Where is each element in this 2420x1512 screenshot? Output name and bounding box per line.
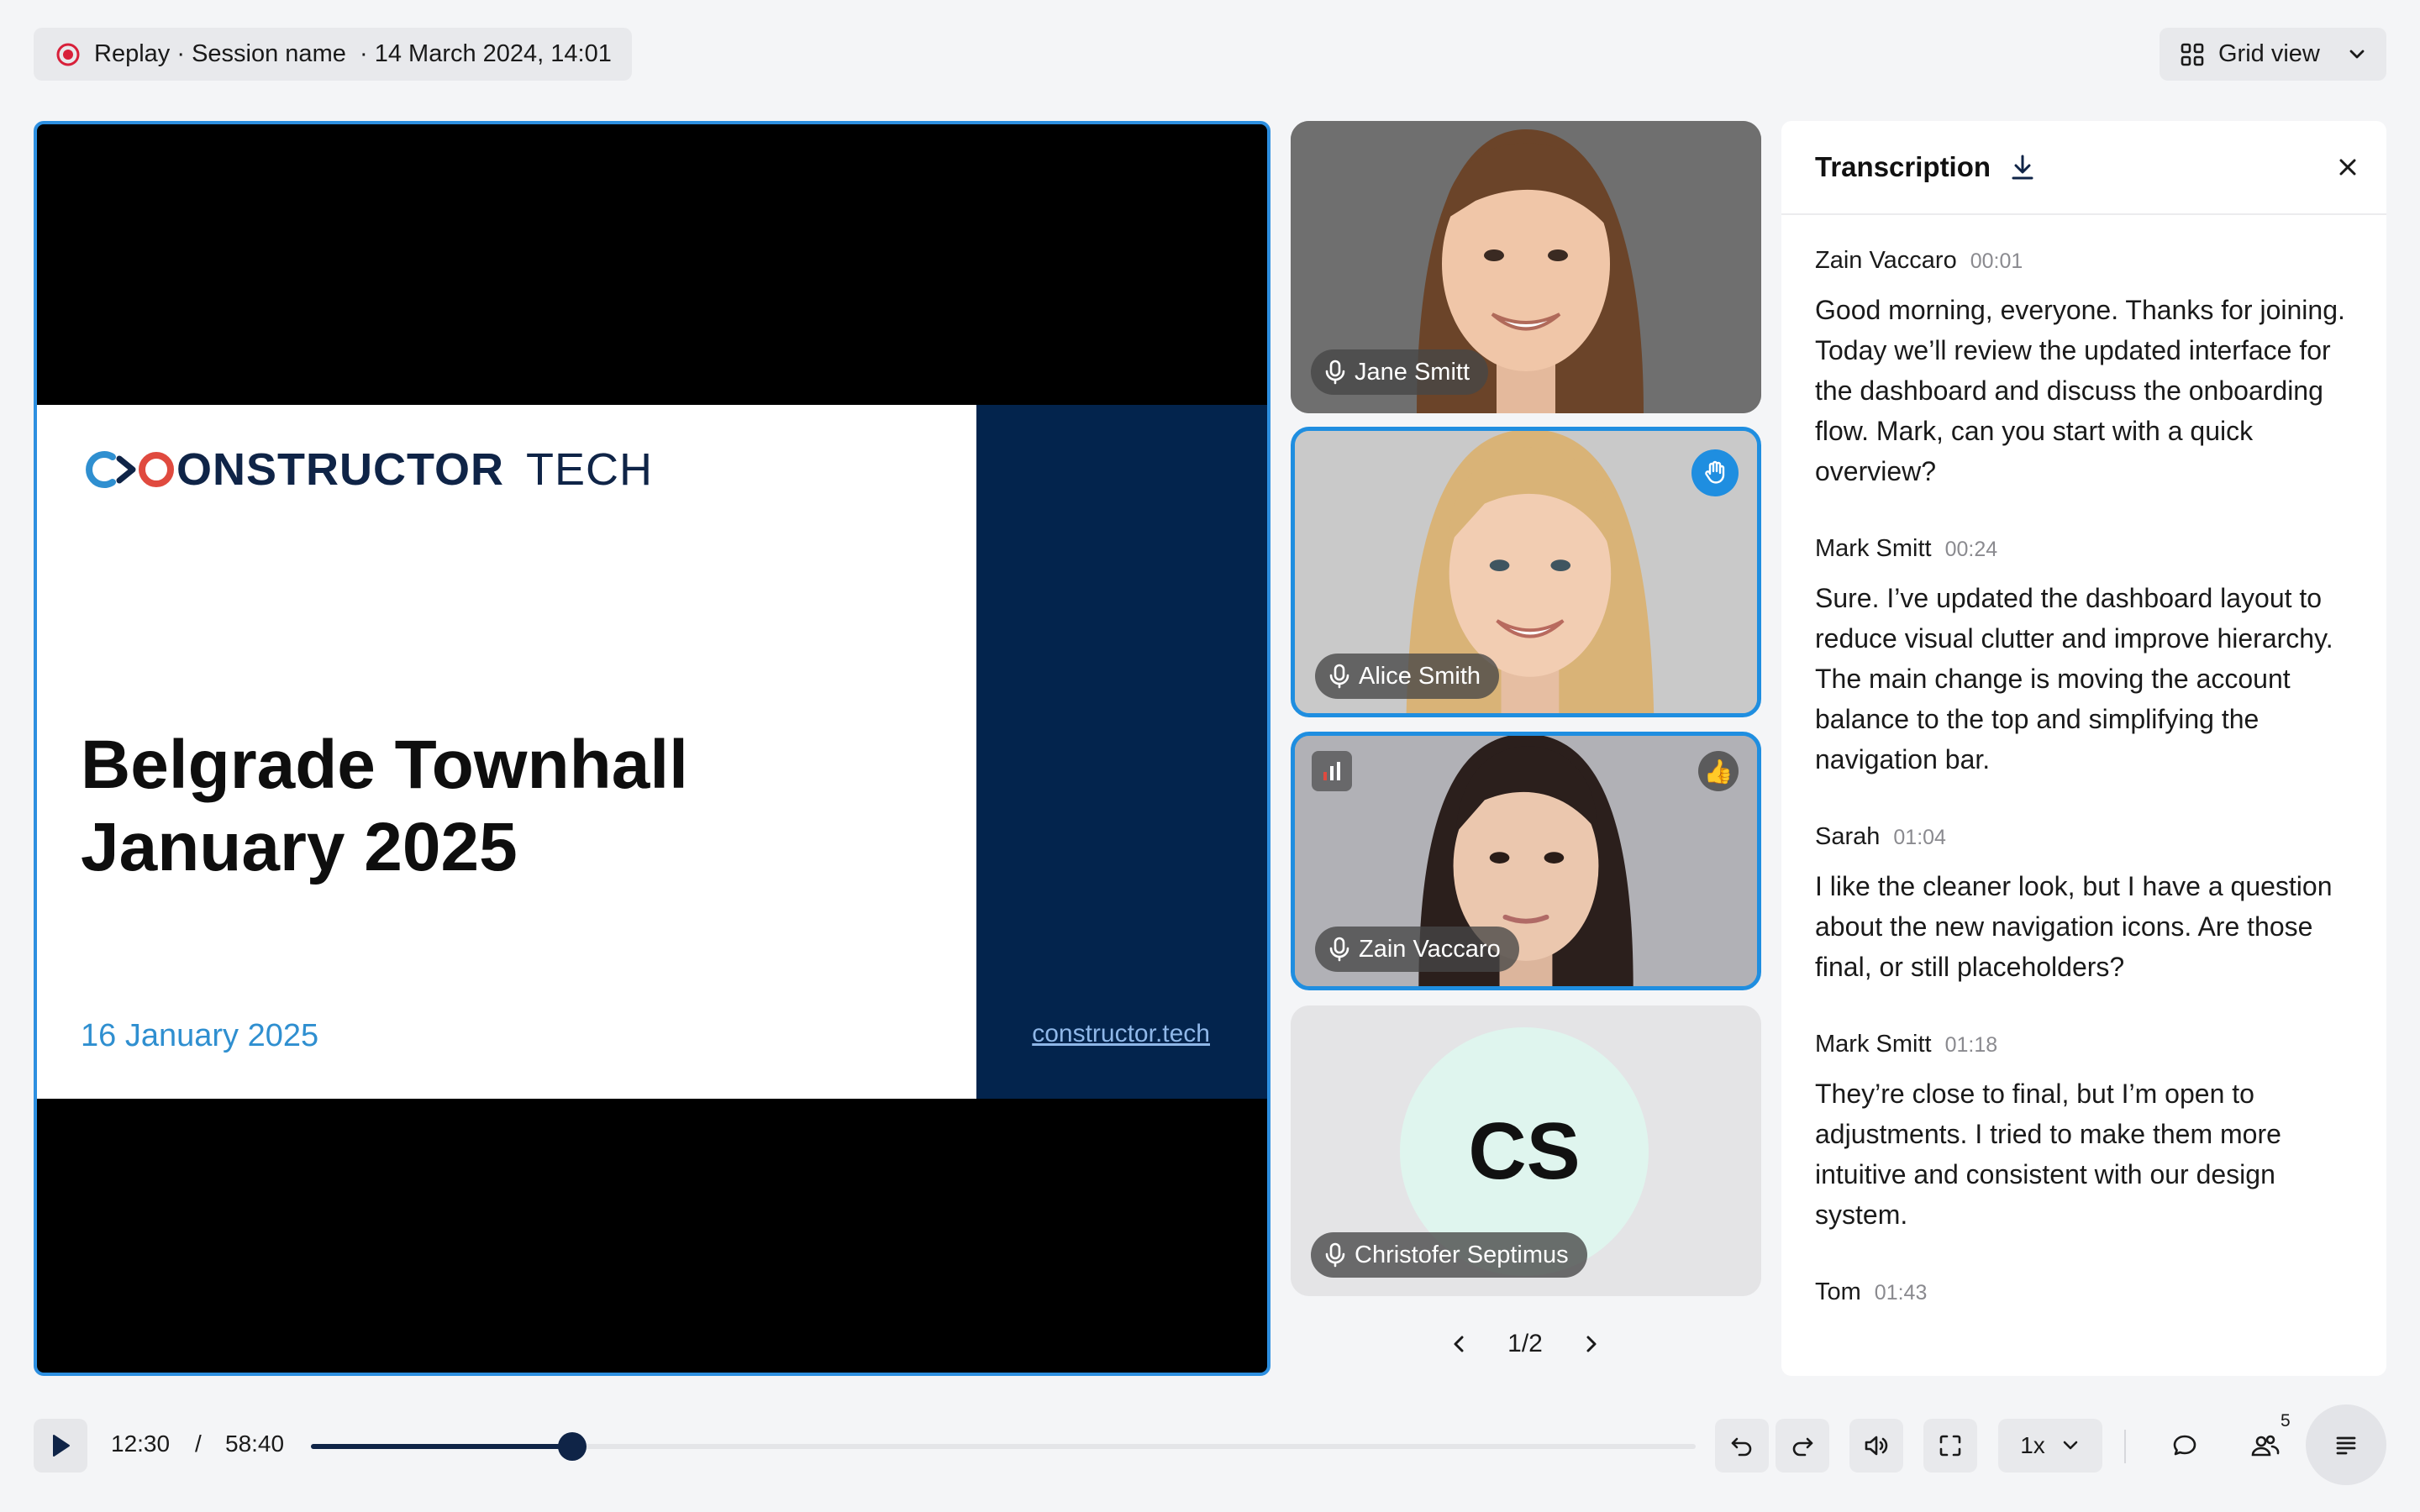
progress-track[interactable] (311, 1432, 1696, 1461)
transcription-panel: Transcription Zain Vaccaro 00:01 Good mo… (1781, 121, 2386, 1376)
timestamp[interactable]: 00:24 (1945, 538, 1998, 562)
participant-name-pill: Zain Vaccaro (1315, 927, 1519, 972)
timestamp[interactable]: 01:43 (1875, 1281, 1928, 1305)
time-separator: / (195, 1431, 202, 1457)
speaker-name: Tom (1815, 1278, 1861, 1305)
transcript-text: I like the cleaner look, but I have a qu… (1815, 871, 2333, 982)
presentation-slide: ONSTRUCTOR TECH Belgrade Townhall Januar… (37, 405, 1267, 1099)
participant-name-pill: Christofer Septimus (1311, 1232, 1587, 1278)
playback-controls: 12:30 / 58:40 1x 5 (0, 1394, 2420, 1495)
transcript-entry: Mark Smitt 00:24 Sure. I’ve updated the … (1815, 535, 2353, 780)
session-name: Session name (192, 40, 346, 67)
slide-title: Belgrade Townhall January 2025 (81, 724, 837, 889)
chevron-down-icon (2346, 44, 2368, 66)
slide-website-link[interactable]: constructor.tech (1032, 1020, 1210, 1048)
timestamp[interactable]: 01:04 (1893, 826, 1946, 850)
transcript-entry: Mark Smitt 01:18 They’re close to final,… (1815, 1031, 2353, 1235)
view-mode-label: Grid view (2218, 40, 2320, 67)
participant-name: Alice Smith (1359, 662, 1481, 690)
participant-tile[interactable]: Jane Smitt (1291, 121, 1761, 413)
session-date: 14 March 2024, 14:01 (374, 40, 612, 67)
volume-icon (1863, 1433, 1890, 1458)
close-icon[interactable] (2336, 155, 2360, 179)
tile-pager: 1/2 (1445, 1320, 1605, 1368)
fullscreen-icon (1938, 1433, 1963, 1458)
participant-tile[interactable]: 👍 Zain Vaccaro (1291, 732, 1761, 990)
separator: · (359, 40, 368, 67)
microphone-icon (1324, 1242, 1346, 1268)
participant-name: Christofer Septimus (1355, 1241, 1569, 1268)
separator: · (176, 40, 186, 67)
raised-hand-icon (1691, 449, 1739, 496)
text-lines-icon (2333, 1432, 2359, 1457)
speaker-name: Mark Smitt (1815, 1031, 1932, 1058)
view-mode-dropdown[interactable]: Grid view (2160, 28, 2386, 81)
progress-fill (311, 1444, 573, 1449)
fullscreen-button[interactable] (1923, 1419, 1977, 1473)
slide-title-line: Belgrade Townhall (81, 727, 688, 803)
chevron-down-icon (2060, 1436, 2081, 1456)
total-time: 58:40 (225, 1431, 285, 1457)
brand-name: ONSTRUCTOR (176, 444, 505, 495)
chat-button[interactable] (2158, 1419, 2212, 1473)
grid-icon (2180, 42, 2205, 67)
audio-level-icon (1312, 751, 1352, 791)
participant-tile[interactable]: CS Christofer Septimus (1291, 1005, 1761, 1296)
slide-title-line: January 2025 (81, 809, 518, 885)
participant-tile[interactable]: Alice Smith (1291, 427, 1761, 717)
current-time: 12:30 (111, 1431, 171, 1457)
participant-name-pill: Jane Smitt (1311, 349, 1488, 395)
constructor-logo-icon (81, 449, 175, 491)
timestamp[interactable]: 01:18 (1945, 1033, 1998, 1058)
record-icon (54, 40, 82, 69)
playback-speed-value: 1x (2020, 1432, 2045, 1458)
playback-speed-dropdown[interactable]: 1x (1998, 1419, 2102, 1473)
microphone-icon (1328, 937, 1350, 962)
play-button[interactable] (34, 1419, 87, 1473)
page-indicator: 1/2 (1507, 1330, 1543, 1357)
speaker-name: Mark Smitt (1815, 535, 1932, 562)
slide-date: 16 January 2025 (81, 1018, 319, 1053)
play-icon (50, 1433, 71, 1458)
redo-button[interactable] (1776, 1419, 1829, 1473)
panel-title: Transcription (1815, 151, 1991, 182)
presentation-stage[interactable]: ONSTRUCTOR TECH Belgrade Townhall Januar… (34, 121, 1270, 1376)
transcription-toggle-button[interactable] (2306, 1404, 2386, 1485)
progress-handle[interactable] (558, 1432, 587, 1461)
panel-header: Transcription (1781, 121, 2386, 215)
divider (2124, 1430, 2126, 1463)
timestamp[interactable]: 00:01 (1970, 249, 2023, 274)
speaker-name: Sarah (1815, 823, 1881, 850)
session-info-chip: Replay · Session name · 14 March 2024, 1… (34, 28, 632, 81)
replay-label: Replay (94, 40, 171, 67)
transcript-text: They’re close to final, but I’m open to … (1815, 1079, 2281, 1230)
chat-icon (2171, 1432, 2198, 1459)
download-icon[interactable] (2009, 153, 2036, 181)
microphone-icon (1328, 664, 1350, 689)
brand-logo: ONSTRUCTOR TECH (81, 444, 653, 496)
undo-button[interactable] (1715, 1419, 1769, 1473)
transcript-entry: Sarah 01:04 I like the cleaner look, but… (1815, 823, 2353, 987)
participant-name: Zain Vaccaro (1359, 935, 1501, 963)
participant-name-pill: Alice Smith (1315, 654, 1500, 699)
transcript-list: Zain Vaccaro 00:01 Good morning, everyon… (1781, 215, 2386, 1306)
participants-count-badge: 5 (2281, 1411, 2291, 1431)
slide-side-panel: constructor.tech (976, 405, 1267, 1099)
brand-suffix: TECH (526, 444, 654, 495)
participant-name: Jane Smitt (1355, 358, 1470, 386)
transcript-entry: Zain Vaccaro 00:01 Good morning, everyon… (1815, 247, 2353, 491)
undo-icon (1729, 1433, 1754, 1458)
speaker-name: Zain Vaccaro (1815, 247, 1957, 274)
microphone-icon (1324, 360, 1346, 385)
thumbs-up-reaction-icon: 👍 (1698, 751, 1739, 791)
chevron-left-icon[interactable] (1445, 1331, 1472, 1357)
volume-button[interactable] (1849, 1419, 1903, 1473)
transcript-text: Sure. I’ve updated the dashboard layout … (1815, 583, 2333, 774)
chevron-right-icon[interactable] (1578, 1331, 1605, 1357)
users-icon (2250, 1432, 2281, 1459)
redo-icon (1790, 1433, 1815, 1458)
transcript-entry: Tom 01:43 (1815, 1278, 2353, 1306)
transcript-text: Good morning, everyone. Thanks for joini… (1815, 295, 2345, 486)
